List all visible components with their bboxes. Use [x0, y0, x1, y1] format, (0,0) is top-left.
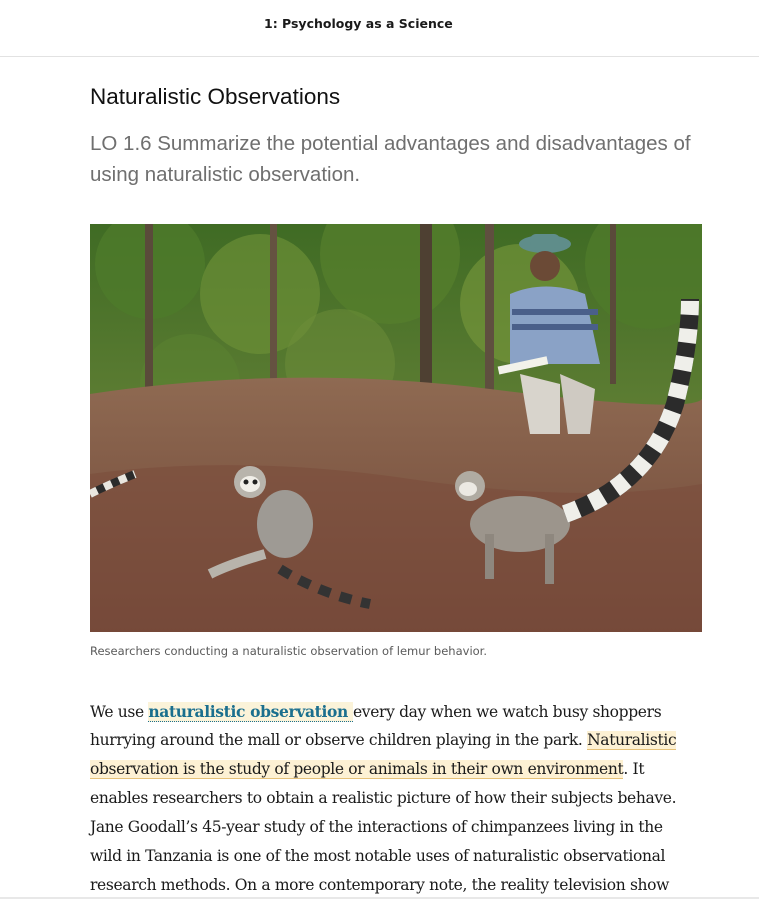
highlighted-definition[interactable]: Naturalistic — [587, 731, 677, 750]
photo-illustration — [90, 224, 702, 632]
paragraph-line-6: wild in Tanzania is one of the most nota… — [90, 847, 666, 865]
text-segment: hurrying around the mall or observe chil… — [90, 731, 588, 749]
top-bar: 1: Psychology as a Science — [0, 0, 759, 57]
text-segment: We use — [90, 703, 149, 721]
paragraph-line-1: We use naturalistic observation every da… — [90, 697, 702, 726]
paragraph-line-3: observation is the study of people or an… — [90, 755, 702, 784]
figure-caption: Researchers conducting a naturalistic ob… — [90, 644, 488, 658]
glossary-term-link[interactable]: naturalistic observation — [148, 702, 353, 722]
text-segment: . It — [623, 760, 645, 778]
chapter-title[interactable]: 1: Psychology as a Science — [264, 16, 453, 31]
body-paragraph: We use naturalistic observation every da… — [90, 697, 702, 900]
paragraph-line-5: Jane Goodall’s 45-year study of the inte… — [90, 818, 663, 836]
paragraph-line-7: research methods. On a more contemporary… — [90, 876, 670, 894]
lemur-observation-photo — [90, 224, 702, 632]
learning-objective: LO 1.6 Summarize the potential advantage… — [90, 132, 691, 186]
paragraph-line-2: hurrying around the mall or observe chil… — [90, 726, 702, 755]
paragraph-line-4: enables researchers to obtain a realisti… — [90, 789, 677, 807]
text-segment: every day when we watch busy shoppers — [352, 703, 662, 721]
section-heading: Naturalistic Observations — [90, 84, 341, 109]
highlighted-definition[interactable]: observation is the study of people or an… — [90, 760, 624, 779]
